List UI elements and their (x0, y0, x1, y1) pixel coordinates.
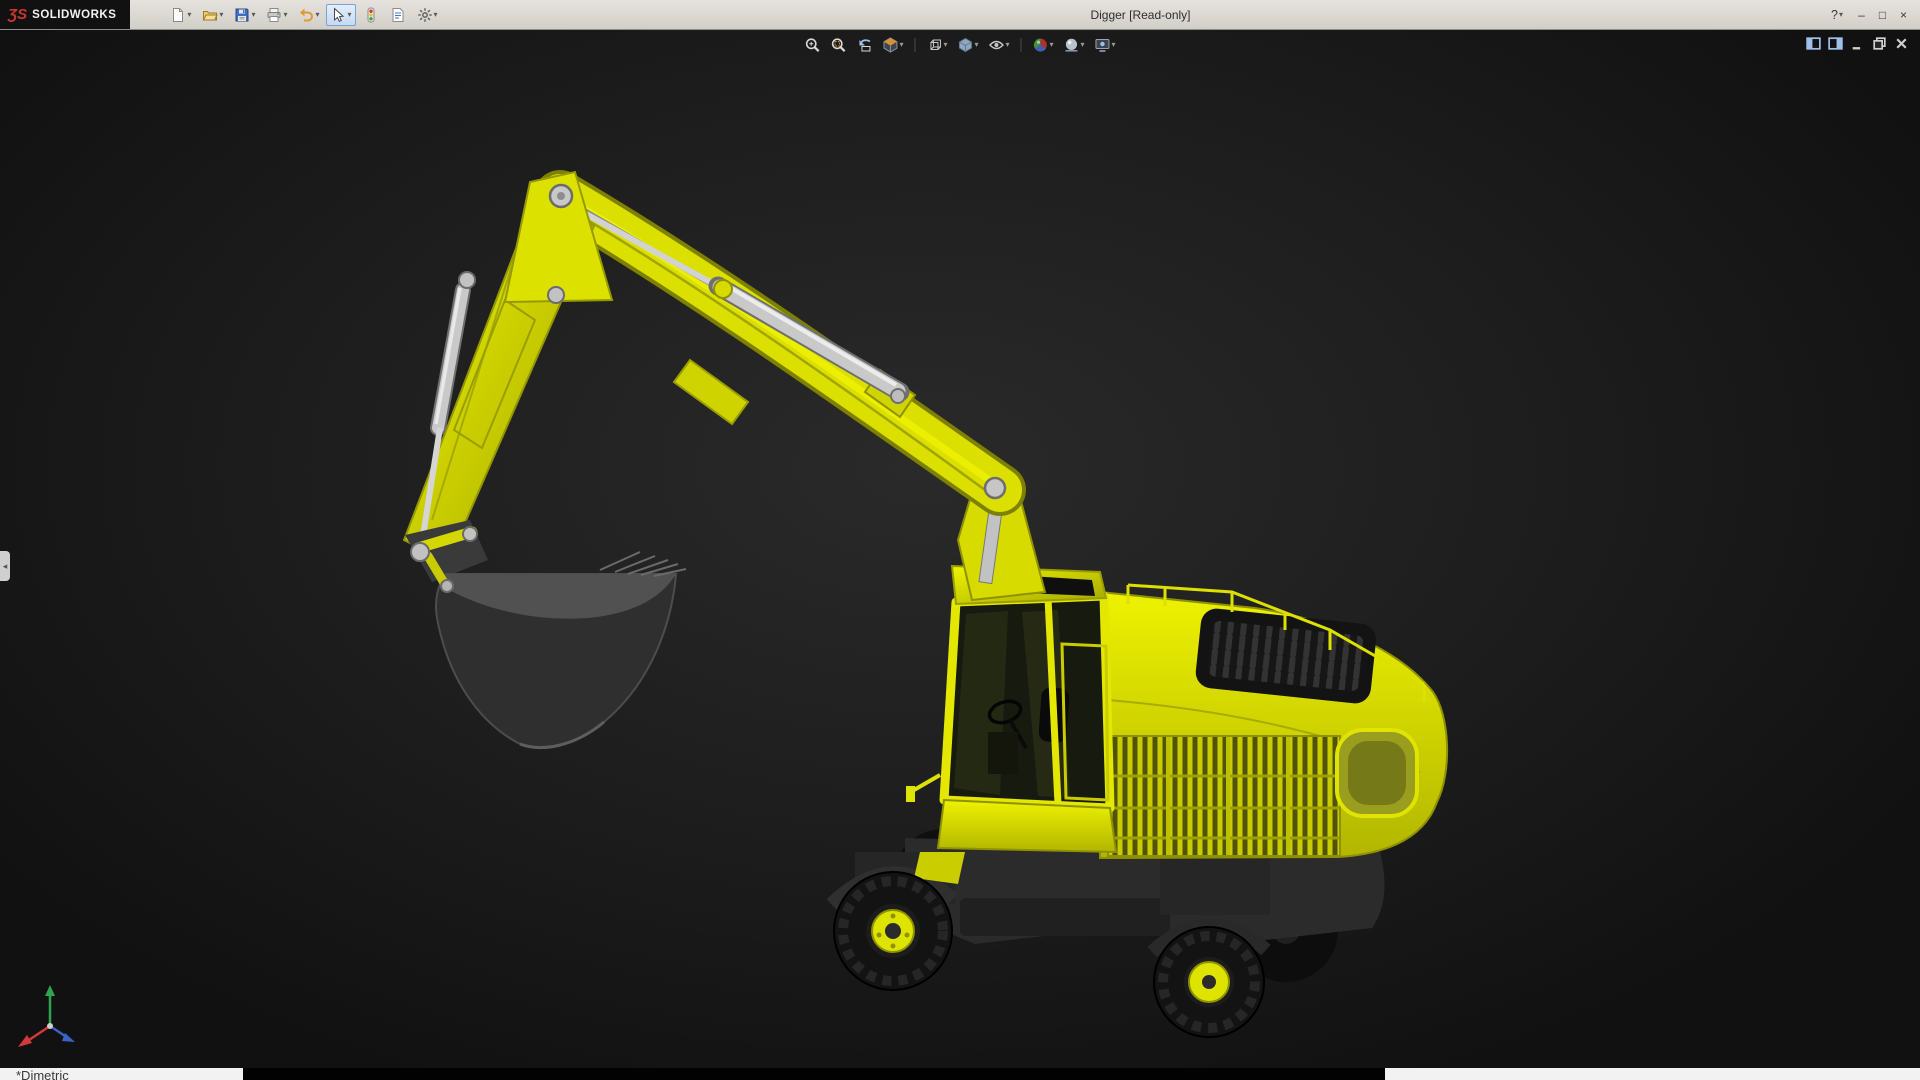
save-button[interactable]: ▾ (230, 4, 259, 26)
doc-close-button[interactable] (1893, 35, 1910, 52)
view-settings-button[interactable]: ▾ (1092, 35, 1119, 55)
bucket[interactable] (405, 520, 686, 748)
zoom-to-area-icon (830, 37, 846, 53)
zoom-to-fit-icon (804, 37, 820, 53)
rebuild-button[interactable] (359, 4, 383, 26)
triad-y-axis (45, 985, 55, 1026)
display-style-icon (957, 37, 973, 53)
dropdown-arrow-icon[interactable]: ▾ (974, 41, 978, 49)
doc-restore-button[interactable] (1871, 35, 1888, 52)
dropdown-arrow-icon[interactable]: ▾ (251, 11, 255, 19)
titlebar-toolbar: ▾ ▾ ▾ ▾ ▾ ▾ ▾ (166, 4, 441, 26)
status-bar: *Dimetric (0, 1068, 1920, 1080)
hide-show-items-icon (988, 37, 1004, 53)
new-document-icon (170, 7, 186, 23)
section-view-icon (882, 37, 898, 53)
previous-view-icon (856, 37, 872, 53)
close-button[interactable]: × (1893, 5, 1914, 25)
edit-appearance-button[interactable]: ▾ (1030, 35, 1057, 55)
triad-origin (47, 1023, 53, 1029)
undo-button[interactable]: ▾ (294, 4, 323, 26)
panel-collapse-tab[interactable]: ◂ (0, 551, 10, 581)
triad-z-axis (50, 1026, 75, 1042)
digger-model[interactable] (0, 29, 1920, 1068)
dropdown-arrow-icon[interactable]: ▾ (899, 41, 903, 49)
open-icon (202, 7, 218, 23)
triad-x-axis (18, 1026, 50, 1047)
doc-minimize-button[interactable] (1849, 35, 1866, 52)
apply-scene-button[interactable]: ▾ (1061, 35, 1088, 55)
dropdown-arrow-icon[interactable]: ▾ (347, 11, 351, 19)
dropdown-arrow-icon: ▾ (1839, 11, 1843, 19)
status-bar-dark-segment (243, 1068, 1385, 1080)
pane-left-button[interactable] (1805, 35, 1822, 52)
rebuild-icon (363, 7, 379, 23)
print-button[interactable]: ▾ (262, 4, 291, 26)
view-orientation-button[interactable]: ▾ (923, 35, 950, 55)
solidworks-brand-text: SOLIDWORKS (32, 9, 116, 21)
upper-body[interactable] (1100, 585, 1447, 858)
undo-icon (298, 7, 314, 23)
dropdown-arrow-icon[interactable]: ▾ (1112, 41, 1116, 49)
document-title: Digger [Read-only] (1090, 8, 1190, 22)
new-document-button[interactable]: ▾ (166, 4, 195, 26)
dropdown-arrow-icon[interactable]: ▾ (283, 11, 287, 19)
dropdown-arrow-icon[interactable]: ▾ (1081, 41, 1085, 49)
section-view-button[interactable]: ▾ (879, 35, 906, 55)
heads-up-toolbar: ▾ ▾ ▾ ▾ ▾ ▾ ▾ (801, 35, 1118, 55)
graphics-area[interactable]: ▾ ▾ ▾ ▾ ▾ ▾ ▾ ◂ (0, 29, 1920, 1068)
titlebar-controls: ? ▾ –□× (1827, 0, 1914, 29)
document-window-controls (1805, 35, 1910, 52)
maximize-button[interactable]: □ (1872, 5, 1893, 25)
dropdown-arrow-icon[interactable]: ▾ (315, 11, 319, 19)
zoom-to-area-button[interactable] (827, 35, 849, 55)
save-icon (234, 7, 250, 23)
boom[interactable] (552, 190, 1000, 498)
options-button[interactable]: ▾ (413, 4, 442, 26)
toolbar-separator (914, 38, 915, 52)
edit-appearance-icon (1033, 37, 1049, 53)
view-orientation-icon (926, 37, 942, 53)
hydraulic-cylinders[interactable] (566, 203, 905, 403)
file-properties-icon (390, 7, 406, 23)
orientation-triad[interactable] (14, 982, 86, 1054)
dropdown-arrow-icon[interactable]: ▾ (219, 11, 223, 19)
view-settings-icon (1095, 37, 1111, 53)
collapse-arrow-icon: ◂ (3, 561, 8, 572)
dropdown-arrow-icon[interactable]: ▾ (1005, 41, 1009, 49)
window-controls: –□× (1851, 5, 1914, 25)
options-icon (417, 7, 433, 23)
select-button[interactable]: ▾ (326, 4, 355, 26)
toolbar-separator (1021, 38, 1022, 52)
solidworks-logo-icon: ƷS (8, 6, 27, 23)
previous-view-button[interactable] (853, 35, 875, 55)
solidworks-logo: ƷS SOLIDWORKS (0, 0, 130, 29)
display-style-button[interactable]: ▾ (954, 35, 981, 55)
view-orientation-label: *Dimetric (16, 1068, 69, 1080)
minimize-button[interactable]: – (1851, 5, 1872, 25)
boom-pivot-pin[interactable] (985, 478, 1005, 498)
dropdown-arrow-icon[interactable]: ▾ (434, 11, 438, 19)
file-properties-button[interactable] (386, 4, 410, 26)
hide-show-items-button[interactable]: ▾ (985, 35, 1012, 55)
title-bar: ƷS SOLIDWORKS ▾ ▾ ▾ ▾ ▾ ▾ ▾ Digger [Read-only]… (0, 0, 1920, 30)
help-icon: ? (1831, 8, 1838, 22)
print-icon (266, 7, 282, 23)
zoom-to-fit-button[interactable] (801, 35, 823, 55)
apply-scene-icon (1064, 37, 1080, 53)
solidworks-window: { "window": { "brand_glyph": "ƷS", "bran… (0, 0, 1920, 1080)
stick[interactable] (404, 172, 612, 562)
open-button[interactable]: ▾ (198, 4, 227, 26)
select-icon (330, 7, 346, 23)
dropdown-arrow-icon[interactable]: ▾ (187, 11, 191, 19)
dropdown-arrow-icon[interactable]: ▾ (1050, 41, 1054, 49)
pane-right-button[interactable] (1827, 35, 1844, 52)
dropdown-arrow-icon[interactable]: ▾ (943, 41, 947, 49)
help-button[interactable]: ? ▾ (1827, 5, 1847, 25)
